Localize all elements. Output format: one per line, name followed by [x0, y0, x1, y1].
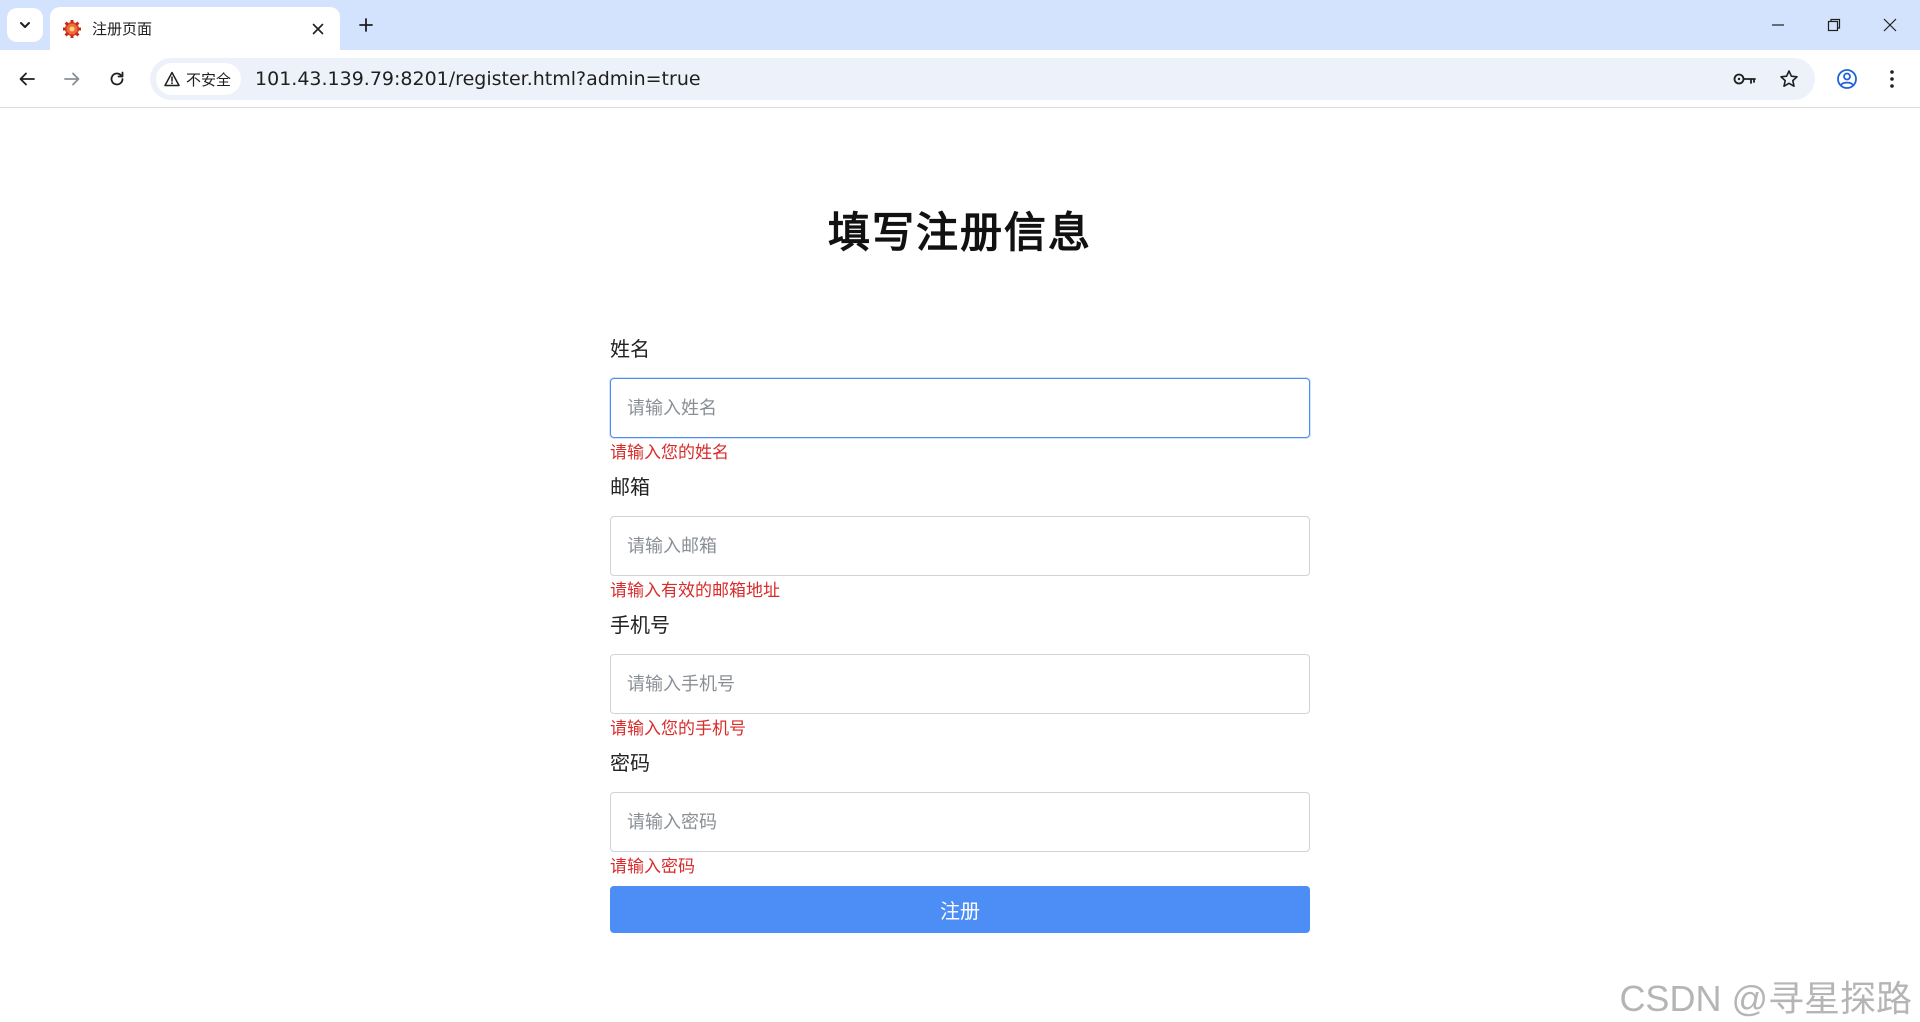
- more-vertical-icon: [1890, 70, 1894, 88]
- tab-close-button[interactable]: [306, 17, 330, 41]
- register-form: 姓名 请输入您的姓名 邮箱 请输入有效的邮箱地址 手机号 请输入您的手机号 密码…: [610, 334, 1310, 933]
- back-button[interactable]: [9, 61, 45, 97]
- minimize-icon: [1772, 24, 1784, 26]
- key-icon: [1733, 73, 1756, 85]
- name-label: 姓名: [610, 337, 650, 361]
- star-icon: [1780, 70, 1798, 87]
- browser-tab[interactable]: 注册页面: [50, 7, 340, 50]
- close-icon: [312, 23, 324, 34]
- register-button[interactable]: 注册: [610, 886, 1310, 933]
- security-label: 不安全: [186, 70, 232, 89]
- url-text[interactable]: 101.43.139.79:8201/register.html?admin=t…: [255, 68, 1727, 90]
- email-label: 邮箱: [610, 475, 650, 499]
- close-icon: [1883, 18, 1897, 32]
- arrow-right-icon: [64, 72, 80, 86]
- email-input[interactable]: [610, 516, 1310, 576]
- plus-icon: [359, 18, 373, 32]
- reload-icon: [110, 71, 124, 86]
- email-error: 请输入有效的邮箱地址: [610, 581, 780, 601]
- browser-menu-button[interactable]: [1874, 61, 1910, 97]
- phone-field-group: 手机号 请输入您的手机号: [610, 610, 1310, 742]
- phone-label: 手机号: [610, 613, 670, 637]
- restore-icon: [1827, 18, 1841, 32]
- warning-triangle-icon: [164, 71, 180, 87]
- name-error: 请输入您的姓名: [610, 443, 729, 463]
- name-field-group: 姓名 请输入您的姓名: [610, 334, 1310, 466]
- password-key-button[interactable]: [1727, 61, 1763, 97]
- password-label: 密码: [610, 751, 650, 775]
- new-tab-button[interactable]: [352, 11, 380, 39]
- forward-button[interactable]: [54, 61, 90, 97]
- security-indicator[interactable]: 不安全: [156, 63, 242, 95]
- restore-button[interactable]: [1806, 0, 1862, 50]
- tab-search-button[interactable]: [7, 8, 43, 42]
- account-icon: [1837, 69, 1857, 89]
- minimize-button[interactable]: [1750, 0, 1806, 50]
- phone-input[interactable]: [610, 654, 1310, 714]
- page-title: 填写注册信息: [827, 208, 1092, 257]
- page-content: 填写注册信息 姓名 请输入您的姓名 邮箱 请输入有效的邮箱地址 手机号 请输入您…: [0, 109, 1920, 1020]
- tab-strip: 注册页面: [0, 0, 1920, 50]
- window-close-button[interactable]: [1862, 0, 1918, 50]
- password-input[interactable]: [610, 792, 1310, 852]
- arrow-left-icon: [19, 72, 35, 86]
- phone-error: 请输入您的手机号: [610, 719, 746, 739]
- bookmark-button[interactable]: [1771, 61, 1807, 97]
- chevron-down-icon: [20, 22, 30, 28]
- name-input[interactable]: [610, 378, 1310, 438]
- email-field-group: 邮箱 请输入有效的邮箱地址: [610, 472, 1310, 604]
- password-error: 请输入密码: [610, 857, 695, 877]
- profile-button[interactable]: [1829, 61, 1865, 97]
- watermark: CSDN @寻星探路: [1619, 978, 1912, 1019]
- tab-title: 注册页面: [92, 20, 153, 38]
- password-field-group: 密码 请输入密码: [610, 748, 1310, 880]
- gear-favicon-icon: [63, 19, 81, 38]
- address-bar[interactable]: 不安全 101.43.139.79:8201/register.html?adm…: [150, 58, 1815, 100]
- browser-toolbar: 不安全 101.43.139.79:8201/register.html?adm…: [0, 50, 1920, 108]
- reload-button[interactable]: [99, 61, 135, 97]
